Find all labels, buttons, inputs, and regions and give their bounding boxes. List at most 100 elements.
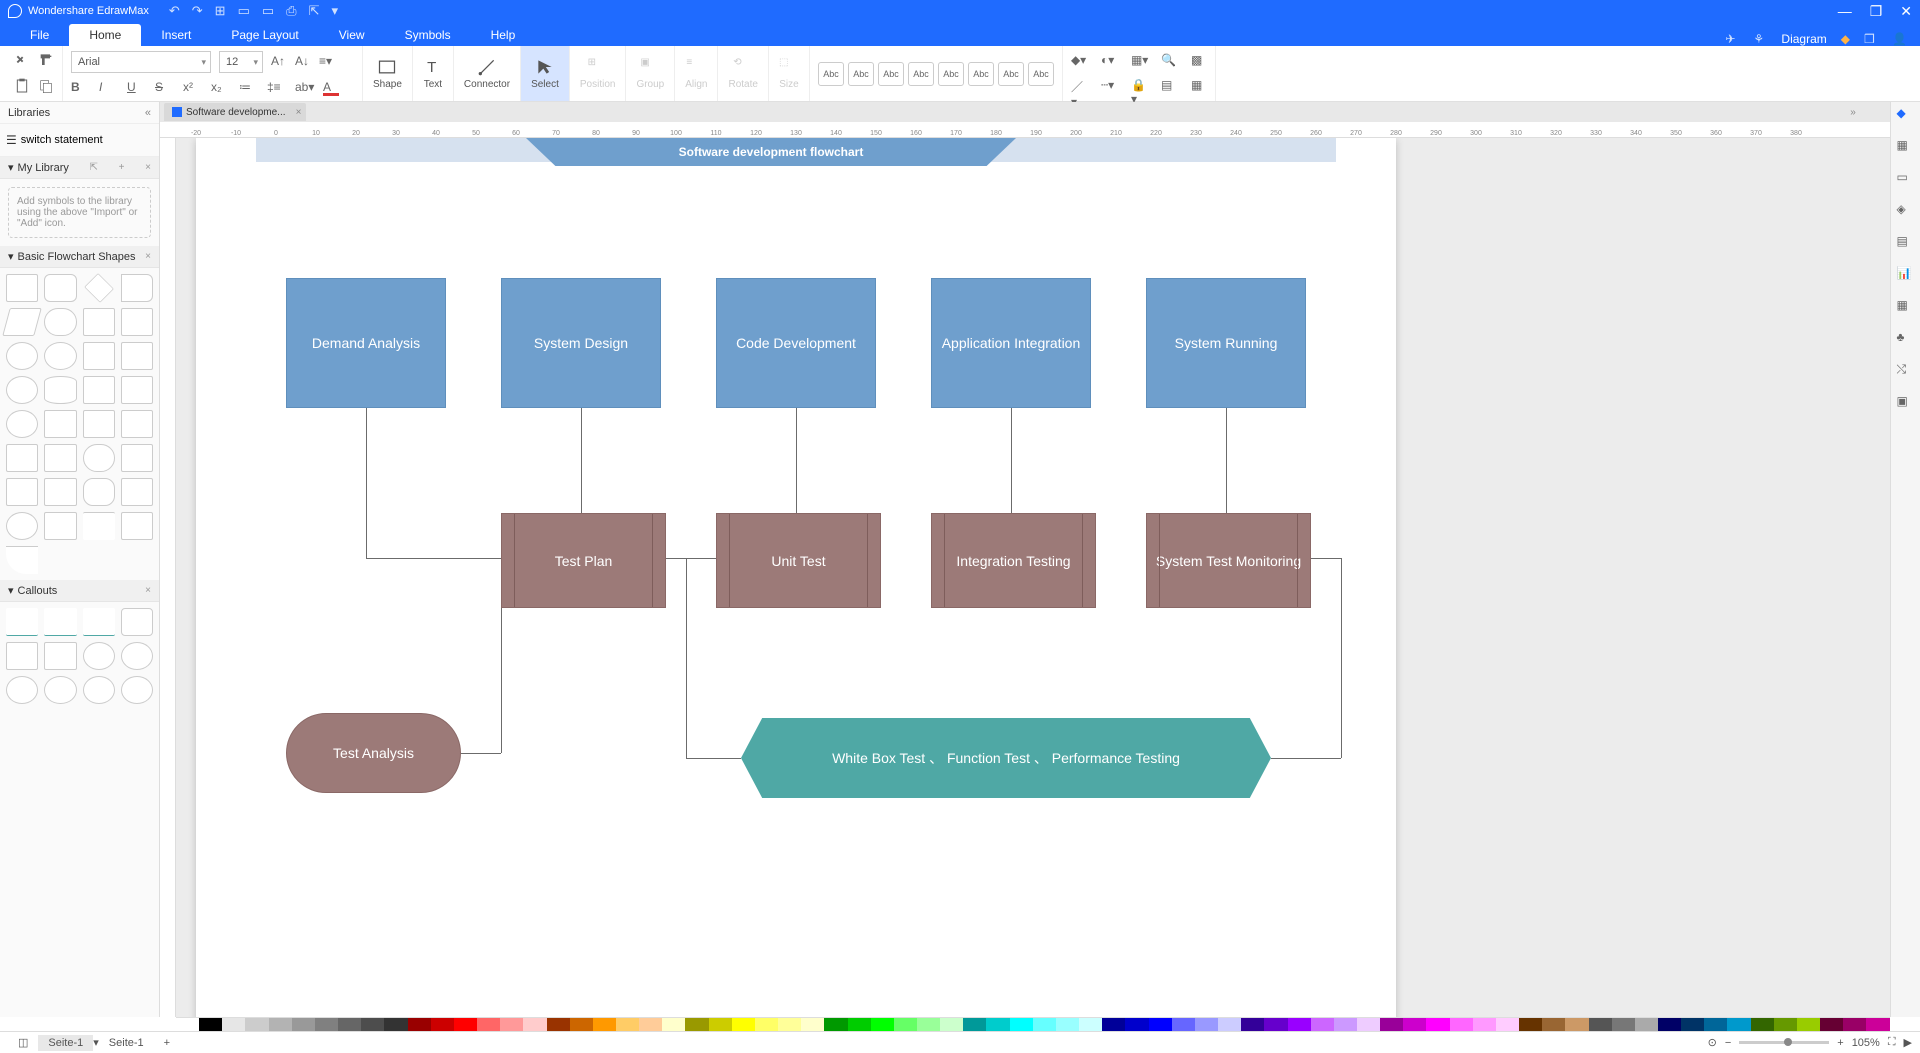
callouts-section[interactable]: Callouts [18, 585, 58, 597]
color-swatch[interactable] [292, 1018, 315, 1031]
color-swatch[interactable] [500, 1018, 523, 1031]
shape-item[interactable] [6, 444, 38, 472]
grid-icon[interactable]: ▦ [1191, 78, 1207, 94]
color-swatch[interactable] [593, 1018, 616, 1031]
box-system-running[interactable]: System Running [1146, 278, 1306, 408]
send-icon[interactable]: ✈ [1725, 32, 1739, 46]
menu-insert[interactable]: Insert [141, 24, 211, 46]
save-icon[interactable]: ▭ [262, 3, 274, 19]
color-swatch[interactable] [570, 1018, 593, 1031]
shape-item[interactable] [6, 608, 38, 636]
new-icon[interactable]: ⊞ [215, 3, 226, 19]
qr-icon[interactable]: ▩ [1191, 53, 1207, 69]
bold-icon[interactable]: B [71, 80, 87, 96]
basic-flowchart-section[interactable]: Basic Flowchart Shapes [18, 251, 136, 263]
shape-item[interactable] [121, 608, 153, 636]
position-tool[interactable]: ⊞Position [570, 46, 627, 101]
color-swatch[interactable] [755, 1018, 778, 1031]
shape-item[interactable] [121, 478, 153, 506]
grid-view-icon[interactable]: ▦ [1897, 138, 1915, 156]
diagram-label[interactable]: Diagram [1781, 32, 1826, 46]
color-swatch[interactable] [454, 1018, 477, 1031]
italic-icon[interactable]: I [99, 80, 115, 96]
bullets-icon[interactable]: ≔ [239, 80, 255, 96]
menu-view[interactable]: View [319, 24, 385, 46]
sub-unit-test[interactable]: Unit Test [716, 513, 881, 608]
shape-item[interactable] [44, 410, 76, 438]
shape-item[interactable] [44, 608, 76, 636]
style-preset-5[interactable]: Abc [938, 62, 964, 86]
theme-icon[interactable]: ◆ [1897, 106, 1915, 124]
size-tool[interactable]: ⬚Size [769, 46, 810, 101]
redo-icon[interactable]: ↷ [192, 3, 203, 19]
color-swatch[interactable] [1727, 1018, 1750, 1031]
color-swatch[interactable] [1264, 1018, 1287, 1031]
color-swatch[interactable] [1172, 1018, 1195, 1031]
color-swatch[interactable] [963, 1018, 986, 1031]
hex-testing-types[interactable]: White Box Test 、 Function Test 、 Perform… [741, 718, 1271, 798]
color-swatch[interactable] [662, 1018, 685, 1031]
shape-item[interactable] [121, 512, 153, 540]
shape-item[interactable] [83, 478, 115, 506]
color-swatch[interactable] [1797, 1018, 1820, 1031]
color-swatch[interactable] [1658, 1018, 1681, 1031]
shape-item[interactable] [83, 608, 115, 636]
connector[interactable] [366, 408, 367, 558]
shape-item[interactable] [2, 308, 42, 336]
color-swatch[interactable] [1288, 1018, 1311, 1031]
color-swatch[interactable] [1450, 1018, 1473, 1031]
connector[interactable] [1271, 758, 1341, 759]
color-swatch[interactable] [1218, 1018, 1241, 1031]
color-swatch[interactable] [1496, 1018, 1519, 1031]
color-swatch[interactable] [1519, 1018, 1542, 1031]
line-spacing-icon[interactable]: ‡≡ [267, 80, 283, 96]
color-swatch[interactable] [1681, 1018, 1704, 1031]
color-swatch[interactable] [1102, 1018, 1125, 1031]
arrange-icon[interactable]: ▦▾ [1131, 53, 1147, 69]
color-swatch[interactable] [616, 1018, 639, 1031]
cube-icon[interactable]: ❒ [1864, 32, 1878, 46]
shape-item[interactable] [6, 274, 38, 302]
library-search-input[interactable] [21, 130, 163, 150]
shape-item[interactable] [121, 274, 153, 302]
copy-icon[interactable] [38, 78, 54, 94]
color-swatch[interactable] [1033, 1018, 1056, 1031]
fit-view-icon[interactable]: ⊙ [1708, 1036, 1717, 1049]
shape-item[interactable] [121, 376, 153, 404]
shape-item[interactable] [83, 308, 115, 336]
color-swatch[interactable] [338, 1018, 361, 1031]
color-swatch[interactable] [1079, 1018, 1102, 1031]
close-tab-icon[interactable]: × [296, 107, 302, 118]
style-preset-7[interactable]: Abc [998, 62, 1024, 86]
zoom-slider[interactable] [1739, 1041, 1829, 1044]
color-swatch[interactable] [824, 1018, 847, 1031]
color-swatch[interactable] [1751, 1018, 1774, 1031]
page-panel-icon[interactable]: ▤ [1897, 234, 1915, 252]
connector[interactable] [1311, 558, 1341, 559]
connector[interactable] [666, 558, 716, 559]
shape-item[interactable] [83, 376, 115, 404]
shape-item[interactable] [83, 410, 115, 438]
page-select[interactable]: Seite-1 [38, 1035, 93, 1051]
line-icon[interactable]: ／▾ [1071, 78, 1087, 94]
document-tab[interactable]: Software developme... × [164, 103, 306, 121]
color-swatch[interactable] [1820, 1018, 1843, 1031]
style-preset-6[interactable]: Abc [968, 62, 994, 86]
flowchart-title[interactable]: Software development flowchart [526, 138, 1016, 166]
paste-icon[interactable] [14, 78, 30, 94]
style-preset-3[interactable]: Abc [878, 62, 904, 86]
shape-item[interactable] [6, 376, 38, 404]
style-preset-8[interactable]: Abc [1028, 62, 1054, 86]
image-panel-icon[interactable]: ▭ [1897, 170, 1915, 188]
shape-item[interactable] [6, 642, 38, 670]
shape-item[interactable] [83, 444, 115, 472]
presentation-icon[interactable]: ▶ [1904, 1036, 1912, 1049]
color-swatch[interactable] [709, 1018, 732, 1031]
color-swatch[interactable] [384, 1018, 407, 1031]
align-tool[interactable]: ≡Align [675, 46, 718, 101]
color-swatch[interactable] [1589, 1018, 1612, 1031]
rotate-tool[interactable]: ⟲Rotate [718, 46, 768, 101]
collapse-right-icon[interactable]: » [1846, 102, 1860, 122]
color-swatch[interactable] [431, 1018, 454, 1031]
layers-icon[interactable]: ▤ [1161, 78, 1177, 94]
